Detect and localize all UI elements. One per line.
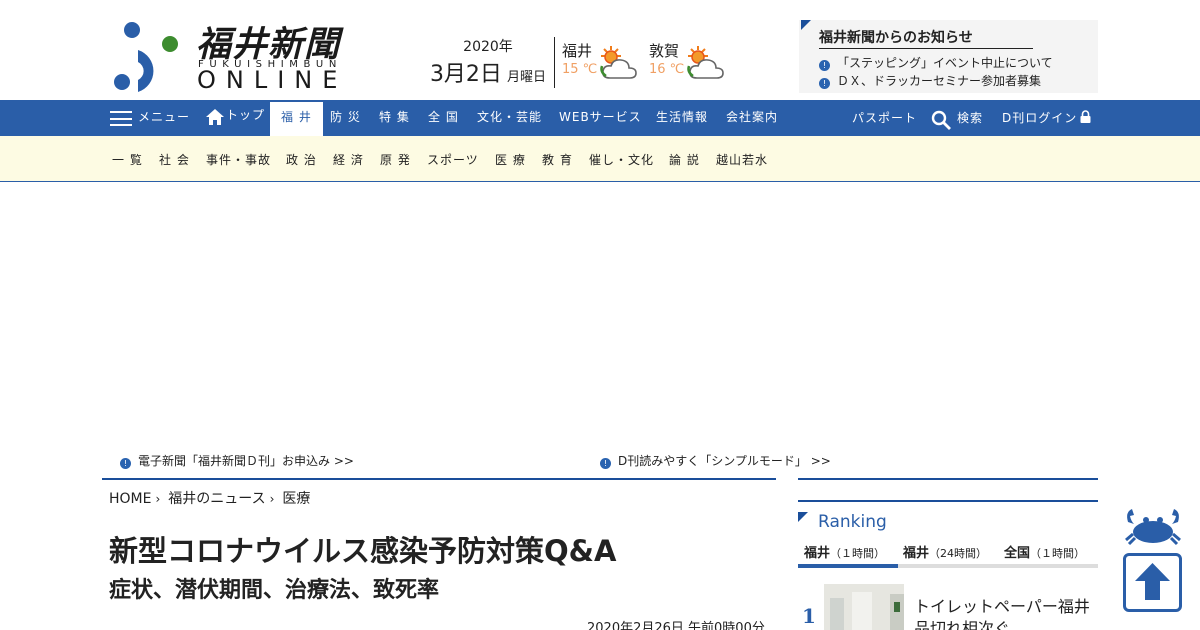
store-shelf-image [824, 584, 904, 630]
sun-cloud-icon [600, 46, 637, 79]
notice-item[interactable]: ! ＤＸ、ドラッカーセミナー参加者募集 [819, 72, 1041, 89]
ranking-tab-indicator [798, 564, 898, 568]
date-year: 2020年 [463, 39, 513, 55]
ranking-tab-fukui-24h[interactable]: 福井（24時間） [903, 542, 987, 561]
ranking-tab-sub: （24時間） [929, 547, 988, 560]
nav-passport[interactable]: パスポート [852, 101, 917, 137]
subnav-item[interactable]: 論 説 [669, 151, 700, 168]
category-nav: 一 覧 社 会 事件・事故 政 治 経 済 原 発 スポーツ 医 療 教 育 催… [0, 136, 1200, 182]
breadcrumb-medical[interactable]: 医療 [282, 491, 310, 507]
weather-city: 福井 [562, 42, 593, 60]
nav-tab-culture[interactable]: 文化・芸能 [477, 100, 542, 136]
weather-temp: 15 ℃ [562, 62, 598, 77]
date-divider [554, 37, 555, 88]
search-icon[interactable] [931, 110, 951, 130]
weather-tsuruga[interactable]: 敦賀 16 ℃ [649, 38, 731, 88]
promo-link-dkan[interactable]: ! 電子新聞「福井新聞Ｄ刊」お申込み >> [120, 452, 354, 469]
article-date: 2020年2月26日 午前0時00分 [587, 621, 765, 630]
ranking-tab-label: 全国 [1004, 546, 1031, 561]
notice-item[interactable]: ! 「ステッピング」イベント中止について [819, 54, 1053, 71]
site-header: 福井新聞 FUKUISHIMBUN ONLINE 2020年 3月2日 月曜日 … [0, 0, 1200, 100]
info-bullet-icon: ! [120, 458, 131, 469]
breadcrumb-fukui-news[interactable]: 福井のニュース [168, 491, 265, 507]
nav-tab-life[interactable]: 生活情報 [656, 100, 708, 136]
ranking-number: 1 [802, 604, 816, 628]
subnav-item[interactable]: 一 覧 [112, 151, 143, 168]
nav-tab-fukui[interactable]: 福 井 [270, 102, 323, 136]
main-nav: メニュー トップ 福 井 防 災 特 集 全 国 文化・芸能 WEBサービス 生… [0, 100, 1200, 136]
ranking-panel: Ranking 福井（１時間） 福井（24時間） 全国（１時間） 1 トイレット… [798, 500, 1098, 630]
article-title: 新型コロナウイルス感染予防対策Q&A [109, 534, 617, 568]
breadcrumb-home[interactable]: HOME [109, 491, 151, 507]
nav-login[interactable]: D刊ログイン [1002, 101, 1077, 137]
ranking-item-title[interactable]: トイレットペーパー福井品切れ相次ぐ [914, 596, 1098, 630]
home-icon[interactable] [206, 109, 224, 125]
today-date: 2020年 3月2日 月曜日 [428, 36, 548, 88]
ranking-thumbnail[interactable] [824, 584, 904, 630]
subnav-item[interactable]: 原 発 [380, 151, 411, 168]
nav-tab-zenkoku[interactable]: 全 国 [428, 100, 459, 136]
notice-item-text: ＤＸ、ドラッカーセミナー参加者募集 [837, 74, 1042, 88]
ranking-divider [798, 478, 1098, 480]
ranking-tab-sub: （１時間） [830, 547, 886, 560]
ranking-tab-fukui-1h[interactable]: 福井（１時間） [804, 542, 885, 561]
logo-mark-icon [114, 22, 178, 92]
subnav-item[interactable]: 事件・事故 [206, 151, 271, 168]
subnav-item[interactable]: 政 治 [286, 151, 317, 168]
crab-mascot-icon[interactable] [1124, 506, 1182, 546]
subnav-item[interactable]: 教 育 [542, 151, 573, 168]
promo-link-text: 電子新聞「福井新聞Ｄ刊」お申込み >> [138, 454, 354, 468]
corner-mark-icon [801, 20, 811, 30]
article-subtitle: 症状、潜伏期間、治療法、致死率 [109, 578, 440, 603]
date-day: 3月2日 [429, 62, 502, 87]
nav-search[interactable]: 検索 [957, 101, 983, 137]
lock-icon [1080, 110, 1091, 123]
nav-tab-web[interactable]: WEBサービス [559, 100, 642, 136]
info-bullet-icon: ! [600, 458, 611, 469]
subnav-item[interactable]: スポーツ [427, 151, 479, 168]
weather-fukui[interactable]: 福井 15 ℃ [562, 38, 644, 88]
ranking-tab-sub: （１時間） [1030, 547, 1086, 560]
logo-online: ONLINE [197, 66, 348, 94]
nav-top[interactable]: トップ [226, 98, 265, 134]
nav-tab-tokushu[interactable]: 特 集 [379, 100, 410, 136]
nav-menu[interactable]: メニュー [138, 100, 190, 136]
subnav-item[interactable]: 医 療 [495, 151, 526, 168]
notice-item-text: 「ステッピング」イベント中止について [837, 56, 1053, 70]
arrow-up-icon [1135, 563, 1170, 600]
back-to-top-button[interactable] [1123, 553, 1182, 612]
date-weekday: 月曜日 [507, 70, 547, 85]
corner-mark-icon [798, 512, 808, 522]
notice-box: 福井新聞からのお知らせ ! 「ステッピング」イベント中止について ! ＤＸ、ドラッカ… [799, 20, 1098, 93]
ranking-tab-national-1h[interactable]: 全国（１時間） [1004, 542, 1085, 561]
section-divider [102, 478, 776, 480]
chevron-right-icon: › [155, 492, 161, 506]
ranking-title: Ranking [818, 512, 887, 532]
subnav-item[interactable]: 経 済 [333, 151, 364, 168]
notice-title: 福井新聞からのお知らせ [819, 27, 1033, 49]
ranking-tab-label: 福井 [804, 546, 831, 561]
weather-city: 敦賀 [649, 42, 680, 60]
breadcrumb: HOME › 福井のニュース › 医療 [109, 488, 310, 508]
info-bullet-icon: ! [819, 60, 830, 71]
site-logo[interactable]: 福井新聞 FUKUISHIMBUN ONLINE [112, 18, 357, 94]
nav-tab-bousai[interactable]: 防 災 [330, 100, 361, 136]
subnav-item[interactable]: 催し・文化 [589, 151, 654, 168]
weather-temp: 16 ℃ [649, 62, 685, 77]
promo-link-text: D刊読みやすく「シンプルモード」 >> [618, 454, 831, 468]
sun-cloud-icon [687, 46, 724, 79]
hamburger-icon[interactable] [110, 111, 132, 126]
chevron-right-icon: › [269, 492, 275, 506]
info-bullet-icon: ! [819, 78, 830, 89]
nav-tab-company[interactable]: 会社案内 [726, 100, 778, 136]
ranking-tab-label: 福井 [903, 546, 930, 561]
promo-link-simple[interactable]: ! D刊読みやすく「シンプルモード」 >> [600, 452, 831, 469]
subnav-item[interactable]: 越山若水 [716, 151, 768, 168]
subnav-item[interactable]: 社 会 [159, 151, 190, 168]
